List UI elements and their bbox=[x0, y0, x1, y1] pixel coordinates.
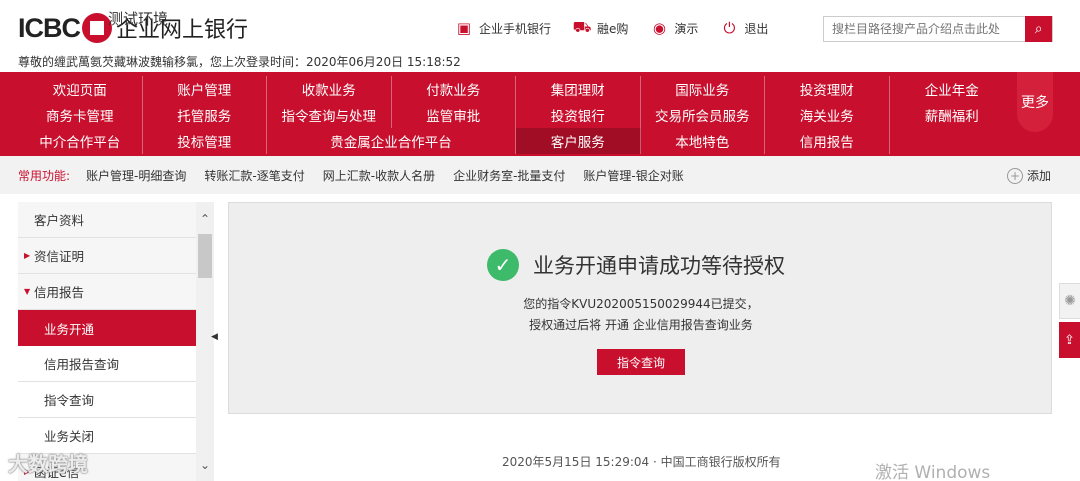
nav-grid: 欢迎页面 账户管理 收款业务 付款业务 集团理财 国际业务 投资理财 企业年金 … bbox=[18, 76, 1014, 154]
nav-item[interactable]: 信用报告 bbox=[765, 128, 890, 154]
search-box: ⌕ bbox=[823, 16, 1053, 42]
sidebar-item-label: 业务关闭 bbox=[44, 429, 95, 444]
nav-item[interactable]: 薪酬福利 bbox=[890, 102, 1015, 128]
chevron-up-icon[interactable]: ⌃ bbox=[196, 212, 214, 228]
plus-icon: + bbox=[1007, 167, 1023, 184]
nav-item[interactable]: 中介合作平台 bbox=[18, 128, 143, 154]
mobile-bank-icon: ▣ bbox=[456, 19, 472, 37]
icbc-logo[interactable]: ICBC 企业网上银行 测试环境 bbox=[18, 10, 248, 46]
nav-item[interactable]: 贵金属企业合作平台 bbox=[267, 128, 516, 154]
top-link-mobile-bank[interactable]: ▣ 企业手机银行 bbox=[455, 19, 551, 37]
quick-label: 常用功能: bbox=[18, 168, 71, 183]
search-button[interactable]: ⌕ bbox=[1025, 16, 1052, 42]
nav-item[interactable]: 海关业务 bbox=[765, 102, 890, 128]
top-link-label: 企业手机银行 bbox=[479, 21, 552, 36]
result-panel: ✓ 业务开通申请成功等待授权 您的指令KVU202005150029944已提交… bbox=[228, 202, 1052, 414]
nav-item[interactable]: 投资理财 bbox=[765, 76, 890, 102]
top-link-label: 融e购 bbox=[597, 21, 629, 36]
sidebar-item-label: 指令查询 bbox=[44, 393, 95, 408]
nav-item[interactable]: 投资银行 bbox=[516, 102, 641, 128]
test-env-label: 测试环境 bbox=[108, 10, 169, 28]
windows-activation-watermark: 激活 Windows bbox=[875, 463, 991, 481]
nav-item[interactable]: 国际业务 bbox=[641, 76, 765, 102]
chevron-down-icon[interactable]: ⌄ bbox=[196, 458, 214, 474]
nav-item[interactable]: 监管审批 bbox=[392, 102, 516, 128]
nav-item[interactable]: 账户管理 bbox=[143, 76, 267, 102]
quick-item[interactable]: 企业财务室-批量支付 bbox=[453, 167, 565, 184]
nav-item[interactable]: 付款业务 bbox=[392, 76, 516, 102]
sidebar-item-customer-info[interactable]: 客户资料 bbox=[18, 202, 196, 238]
search-icon: ⌕ bbox=[1034, 21, 1043, 37]
source-watermark: 大数跨境 bbox=[8, 452, 88, 476]
nav-item[interactable]: 投标管理 bbox=[143, 128, 267, 154]
sidebar-item-instruction-query[interactable]: 指令查询 bbox=[18, 382, 196, 418]
success-check-icon: ✓ bbox=[487, 249, 519, 281]
sidebar-item-credit-report[interactable]: ▼ 信用报告 bbox=[18, 274, 196, 310]
quick-item[interactable]: 网上汇款-收款人名册 bbox=[323, 167, 435, 184]
top-link-e-buy[interactable]: ⛟ 融e购 bbox=[572, 18, 629, 37]
lightbulb-icon[interactable]: ✺ bbox=[1059, 283, 1080, 319]
sidebar-item-credit-cert[interactable]: ▶ 资信证明 bbox=[18, 238, 196, 274]
nav-item[interactable]: 商务卡管理 bbox=[18, 102, 143, 128]
caret-right-icon: ▶ bbox=[24, 251, 31, 260]
sidebar-item-label: 资信证明 bbox=[34, 249, 85, 264]
header: ICBC 企业网上银行 测试环境 尊敬的缠武萬氨芡藏琳波魏输移氯，您上次登录时间… bbox=[0, 0, 1080, 72]
quick-functions-bar: 常用功能: 账户管理-明细查询 转账汇款-逐笔支付 网上汇款-收款人名册 企业财… bbox=[0, 156, 1080, 194]
main-nav: 欢迎页面 账户管理 收款业务 付款业务 集团理财 国际业务 投资理财 企业年金 … bbox=[0, 72, 1080, 156]
footer-copyright: 2020年5月15日 15:29:04 · 中国工商银行版权所有 bbox=[502, 455, 781, 469]
top-link-logout[interactable]: ⏻ 退出 bbox=[720, 19, 768, 37]
cart-icon: ⛟ bbox=[572, 18, 592, 36]
sidebar-item-label: 信用报告 bbox=[34, 285, 85, 300]
search-input[interactable] bbox=[824, 17, 1026, 41]
sidebar-item-business-open[interactable]: 业务开通 bbox=[18, 310, 196, 346]
top-link-label: 演示 bbox=[674, 21, 699, 36]
collapse-sidebar-icon[interactable]: ◀ bbox=[211, 332, 218, 342]
quick-item[interactable]: 账户管理-银企对账 bbox=[583, 167, 683, 184]
sidebar-item-credit-query[interactable]: 信用报告查询 bbox=[18, 346, 196, 382]
demo-icon: ◉ bbox=[652, 19, 666, 37]
caret-down-icon: ▼ bbox=[24, 287, 31, 296]
sidebar-item-label: 客户资料 bbox=[34, 213, 85, 228]
nav-item[interactable]: 托管服务 bbox=[143, 102, 267, 128]
nav-item[interactable]: 企业年金 bbox=[890, 76, 1015, 102]
quick-item[interactable]: 账户管理-明细查询 bbox=[86, 167, 186, 184]
nav-item[interactable]: 本地特色 bbox=[641, 128, 765, 154]
power-icon: ⏻ bbox=[723, 19, 736, 37]
instruction-submitted-message: 您的指令KVU202005150029944已提交， bbox=[523, 297, 759, 311]
instruction-query-button[interactable]: 指令查询 bbox=[597, 349, 685, 375]
nav-item[interactable]: 欢迎页面 bbox=[18, 76, 143, 102]
logo-text: ICBC bbox=[18, 12, 81, 43]
success-row: ✓ 业务开通申请成功等待授权 bbox=[487, 249, 785, 281]
nav-item-active[interactable]: 客户服务 bbox=[516, 128, 641, 154]
sidebar-item-label: 业务开通 bbox=[44, 321, 95, 337]
more-button[interactable]: 更多 bbox=[1017, 72, 1053, 132]
sidebar-item-label: 信用报告查询 bbox=[44, 357, 120, 372]
success-title: 业务开通申请成功等待授权 bbox=[533, 254, 785, 278]
top-links: ▣ 企业手机银行 ⛟ 融e购 ◉ 演示 ⏻ 退出 bbox=[455, 15, 790, 41]
add-quick-button[interactable]: + 添加 bbox=[1007, 167, 1051, 184]
nav-item[interactable]: 集团理财 bbox=[516, 76, 641, 102]
authorization-message: 授权通过后将 开通 企业信用报告查询业务 bbox=[529, 318, 753, 332]
nav-item[interactable]: 指令查询与处理 bbox=[267, 102, 392, 128]
nav-item[interactable]: 交易所会员服务 bbox=[641, 102, 765, 128]
welcome-message: 尊敬的缠武萬氨芡藏琳波魏输移氯，您上次登录时间：2020年06月20日 15:1… bbox=[18, 55, 461, 69]
top-link-demo[interactable]: ◉ 演示 bbox=[650, 19, 699, 37]
scroll-thumb[interactable] bbox=[198, 234, 212, 278]
nav-item[interactable]: 收款业务 bbox=[267, 76, 392, 102]
sidebar: 客户资料 ▶ 资信证明 ▼ 信用报告 业务开通 信用报告查询 指令查询 业务关闭… bbox=[18, 202, 214, 481]
quick-item[interactable]: 转账汇款-逐笔支付 bbox=[204, 167, 304, 184]
top-link-label: 退出 bbox=[744, 21, 769, 36]
add-label: 添加 bbox=[1027, 169, 1052, 183]
back-to-top-icon[interactable]: ⇪ bbox=[1059, 322, 1080, 358]
